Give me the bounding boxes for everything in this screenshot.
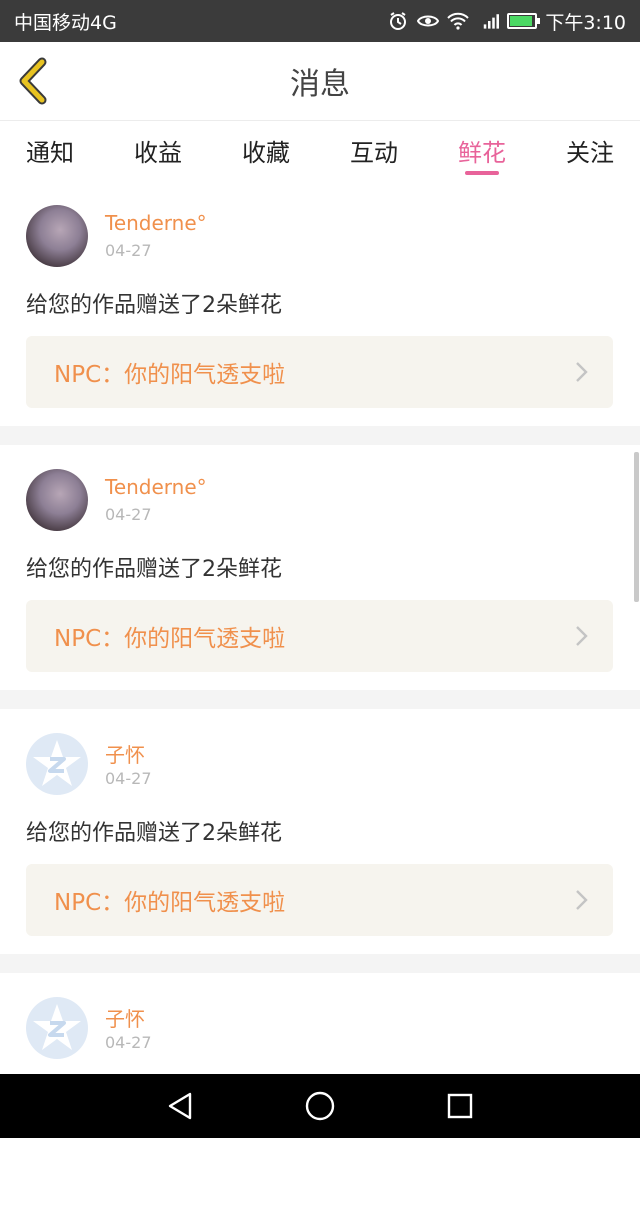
separator (0, 426, 640, 445)
message-date: 04-27 (105, 505, 152, 524)
avatar[interactable] (26, 997, 88, 1059)
carrier-label: 中国移动4G (14, 11, 117, 34)
username[interactable]: 子怀 (105, 739, 145, 768)
tab-bar: 通知 收益 收藏 互动 鲜花 关注 (0, 121, 640, 181)
chevron-left-icon (19, 57, 47, 105)
message-text: 给您的作品赠送了2朵鲜花 (26, 293, 282, 318)
work-link[interactable]: NPC：你的阳气透支啦 (26, 336, 613, 408)
home-circle-icon (305, 1091, 335, 1121)
top-bar: 消息 (0, 42, 640, 121)
nav-home-button[interactable] (300, 1086, 340, 1126)
tab-following[interactable]: 关注 (566, 121, 614, 181)
separator (0, 690, 640, 709)
work-title: NPC：你的阳气透支啦 (54, 626, 286, 652)
tab-favorites[interactable]: 收藏 (242, 121, 290, 181)
wifi-icon (447, 10, 470, 32)
work-title: NPC：你的阳气透支啦 (54, 362, 286, 388)
chevron-right-icon (576, 890, 588, 910)
username[interactable]: Tenderne° (105, 211, 207, 235)
tab-flowers[interactable]: 鲜花 (458, 121, 506, 181)
message-item: 子怀 04-27 给您的作品赠送了2朵鲜花 NPC：你的阳气透支啦 (0, 709, 640, 954)
message-text: 给您的作品赠送了2朵鲜花 (26, 821, 282, 846)
avatar[interactable] (26, 469, 88, 531)
tab-earnings[interactable]: 收益 (134, 121, 182, 181)
username[interactable]: Tenderne° (105, 475, 207, 499)
message-date: 04-27 (105, 1033, 152, 1052)
username[interactable]: 子怀 (105, 1003, 145, 1032)
recents-square-icon (447, 1093, 473, 1119)
message-date: 04-27 (105, 241, 152, 260)
message-date: 04-27 (105, 769, 152, 788)
message-list[interactable]: Tenderne° 04-27 给您的作品赠送了2朵鲜花 NPC：你的阳气透支啦… (0, 181, 640, 1218)
status-bar: 中国移动4G 下午3:10 (0, 0, 640, 42)
clock-label: 下午3:10 (545, 11, 626, 34)
default-avatar-star-icon (33, 1004, 81, 1050)
message-item: Tenderne° 04-27 给您的作品赠送了2朵鲜花 NPC：你的阳气透支啦 (0, 445, 640, 690)
avatar[interactable] (26, 205, 88, 267)
signal-4g-icon (477, 10, 500, 32)
work-link[interactable]: NPC：你的阳气透支啦 (26, 600, 613, 672)
eye-icon (417, 10, 440, 32)
chevron-right-icon (576, 362, 588, 382)
avatar[interactable] (26, 733, 88, 795)
tab-notifications[interactable]: 通知 (26, 121, 74, 181)
status-icons: 下午3:10 (387, 8, 626, 35)
battery-icon (507, 13, 541, 29)
nav-back-button[interactable] (160, 1086, 200, 1126)
work-title: NPC：你的阳气透支啦 (54, 890, 286, 916)
separator (0, 954, 640, 973)
work-link[interactable]: NPC：你的阳气透支啦 (26, 864, 613, 936)
back-triangle-icon (168, 1092, 192, 1120)
chevron-right-icon (576, 626, 588, 646)
back-button[interactable] (14, 56, 54, 106)
default-avatar-star-icon (33, 740, 81, 786)
message-item: Tenderne° 04-27 给您的作品赠送了2朵鲜花 NPC：你的阳气透支啦 (0, 181, 640, 426)
page-title: 消息 (290, 67, 350, 102)
message-text: 给您的作品赠送了2朵鲜花 (26, 557, 282, 582)
active-tab-indicator (465, 171, 499, 175)
system-nav-bar (0, 1074, 640, 1138)
scrollbar[interactable] (634, 452, 639, 602)
nav-recents-button[interactable] (440, 1086, 480, 1126)
alarm-icon (387, 10, 409, 32)
tab-interactions[interactable]: 互动 (350, 121, 398, 181)
